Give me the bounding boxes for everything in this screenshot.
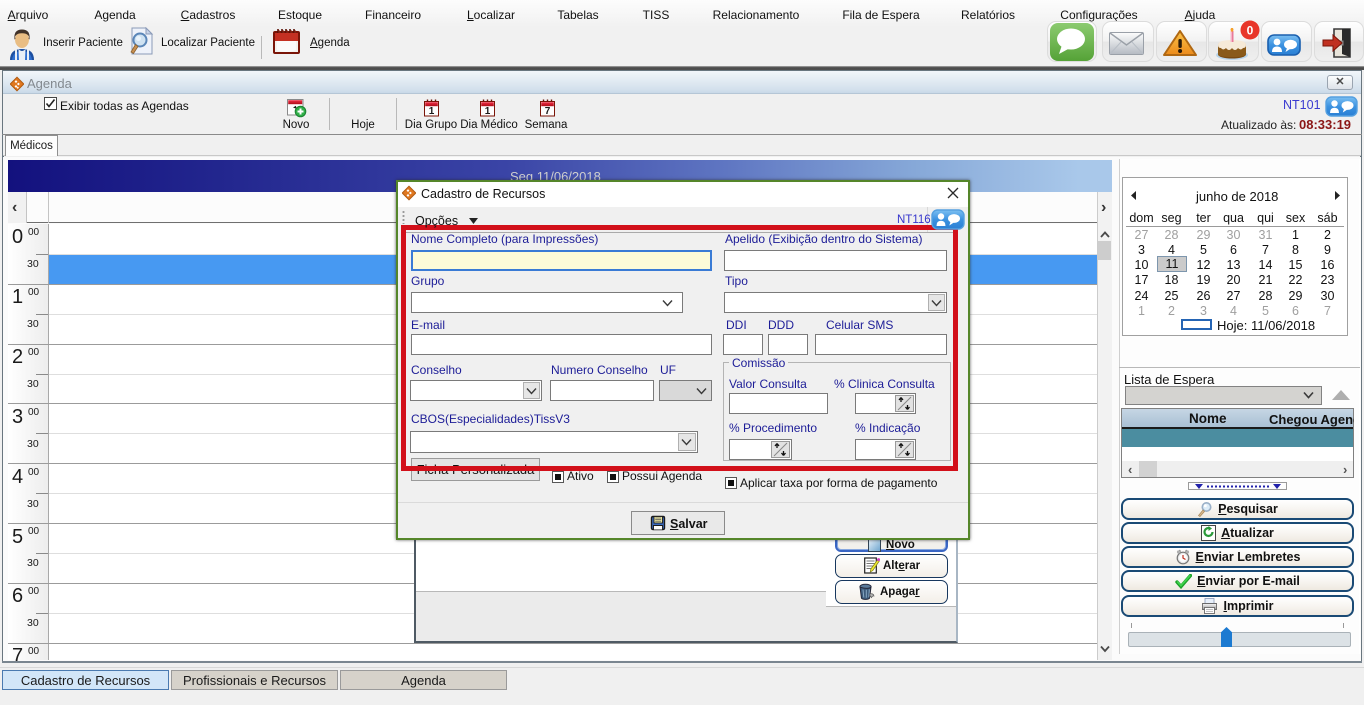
svg-text:7: 7 xyxy=(545,106,551,117)
svg-text:1: 1 xyxy=(485,106,491,117)
svg-text:0: 0 xyxy=(1247,24,1254,38)
svg-text:1: 1 xyxy=(429,106,435,117)
